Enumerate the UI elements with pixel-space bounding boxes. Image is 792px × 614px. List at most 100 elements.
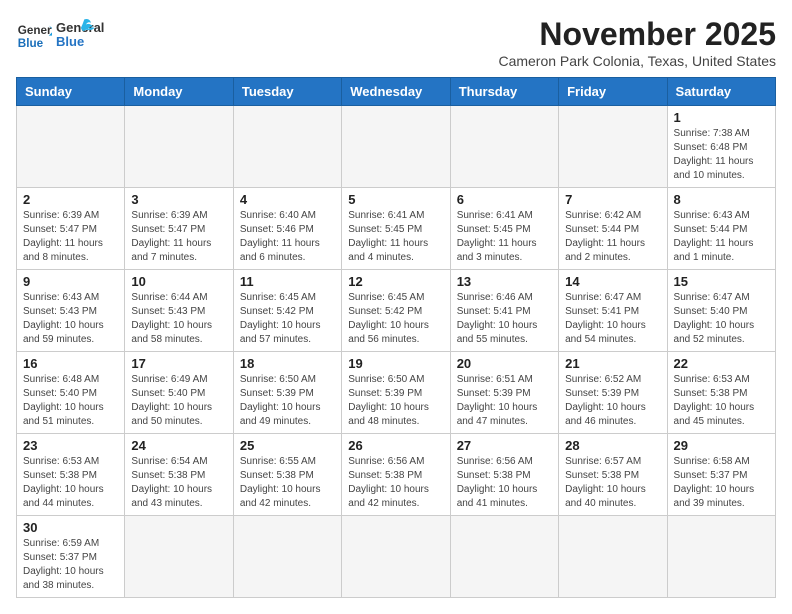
day-info: Sunrise: 6:53 AMSunset: 5:38 PMDaylight:…: [23, 455, 118, 511]
day-info: Sunrise: 6:46 AMSunset: 5:41 PMDaylight:…: [457, 291, 552, 347]
day-cell: 8 Sunrise: 6:43 AMSunset: 5:44 PMDaylight…: [667, 188, 775, 270]
day-cell: 28Sunrise: 6:57 AMSunset: 5:38 PMDayligh…: [559, 434, 667, 516]
day-info: Sunrise: 6:56 AMSunset: 5:38 PMDaylight:…: [457, 455, 552, 511]
day-number: 7: [565, 192, 660, 207]
day-info: Sunrise: 6:45 AMSunset: 5:42 PMDaylight:…: [240, 291, 335, 347]
day-cell: 11 Sunrise: 6:45 AMSunset: 5:42 PMDayligh…: [233, 270, 341, 352]
calendar-title: November 2025: [498, 16, 776, 53]
day-info: Sunrise: 6:39 AMSunset: 5:47 PMDaylight:…: [131, 209, 226, 265]
day-cell: [17, 106, 125, 188]
page-header: General Blue General Blue November 2025 …: [16, 16, 776, 69]
day-cell: 24Sunrise: 6:54 AMSunset: 5:38 PMDayligh…: [125, 434, 233, 516]
day-cell: [125, 106, 233, 188]
day-cell: 6Sunrise: 6:41 AMSunset: 5:45 PMDaylight…: [450, 188, 558, 270]
day-cell: 23 Sunrise: 6:53 AMSunset: 5:38 PMDayligh…: [17, 434, 125, 516]
day-number: 29: [674, 438, 769, 453]
week-row-4: 23 Sunrise: 6:53 AMSunset: 5:38 PMDayligh…: [17, 434, 776, 516]
day-number: 1: [674, 110, 769, 125]
day-info: Sunrise: 6:52 AMSunset: 5:39 PMDaylight:…: [565, 373, 660, 429]
day-info: Sunrise: 6:50 AMSunset: 5:39 PMDaylight:…: [348, 373, 443, 429]
day-cell: 25 Sunrise: 6:55 AMSunset: 5:38 PMDayligh…: [233, 434, 341, 516]
day-cell: 16Sunrise: 6:48 AMSunset: 5:40 PMDayligh…: [17, 352, 125, 434]
day-number: 20: [457, 356, 552, 371]
day-header-friday: Friday: [559, 78, 667, 106]
day-info: Sunrise: 6:42 AMSunset: 5:44 PMDaylight:…: [565, 209, 660, 265]
day-header-wednesday: Wednesday: [342, 78, 450, 106]
day-cell: 30Sunrise: 6:59 AMSunset: 5:37 PMDayligh…: [17, 516, 125, 598]
logo: General Blue General Blue: [16, 16, 106, 56]
day-cell: 15 Sunrise: 6:47 AMSunset: 5:40 PMDayligh…: [667, 270, 775, 352]
day-cell: 5 Sunrise: 6:41 AMSunset: 5:45 PMDaylight…: [342, 188, 450, 270]
logo-bird-icon: General Blue: [56, 16, 106, 56]
day-info: Sunrise: 6:45 AMSunset: 5:42 PMDaylight:…: [348, 291, 443, 347]
day-header-row: SundayMondayTuesdayWednesdayThursdayFrid…: [17, 78, 776, 106]
day-cell: 3Sunrise: 6:39 AMSunset: 5:47 PMDaylight…: [125, 188, 233, 270]
day-cell: [450, 516, 558, 598]
day-cell: 9 Sunrise: 6:43 AMSunset: 5:43 PMDaylight…: [17, 270, 125, 352]
day-cell: [559, 516, 667, 598]
day-info: Sunrise: 6:59 AMSunset: 5:37 PMDaylight:…: [23, 537, 118, 593]
day-info: Sunrise: 6:43 AMSunset: 5:43 PMDaylight:…: [23, 291, 118, 347]
day-header-monday: Monday: [125, 78, 233, 106]
day-cell: 17Sunrise: 6:49 AMSunset: 5:40 PMDayligh…: [125, 352, 233, 434]
day-number: 10: [131, 274, 226, 289]
day-cell: 13 Sunrise: 6:46 AMSunset: 5:41 PMDayligh…: [450, 270, 558, 352]
week-row-2: 9 Sunrise: 6:43 AMSunset: 5:43 PMDaylight…: [17, 270, 776, 352]
day-header-thursday: Thursday: [450, 78, 558, 106]
day-cell: 10 Sunrise: 6:44 AMSunset: 5:43 PMDayligh…: [125, 270, 233, 352]
day-info: Sunrise: 6:47 AMSunset: 5:40 PMDaylight:…: [674, 291, 769, 347]
day-number: 9: [23, 274, 118, 289]
week-row-3: 16Sunrise: 6:48 AMSunset: 5:40 PMDayligh…: [17, 352, 776, 434]
day-header-tuesday: Tuesday: [233, 78, 341, 106]
day-cell: 4 Sunrise: 6:40 AMSunset: 5:46 PMDaylight…: [233, 188, 341, 270]
day-info: Sunrise: 6:55 AMSunset: 5:38 PMDaylight:…: [240, 455, 335, 511]
day-info: Sunrise: 6:51 AMSunset: 5:39 PMDaylight:…: [457, 373, 552, 429]
day-header-sunday: Sunday: [17, 78, 125, 106]
day-cell: 26Sunrise: 6:56 AMSunset: 5:38 PMDayligh…: [342, 434, 450, 516]
day-number: 5: [348, 192, 443, 207]
day-info: Sunrise: 6:47 AMSunset: 5:41 PMDaylight:…: [565, 291, 660, 347]
day-cell: [233, 516, 341, 598]
day-info: Sunrise: 6:50 AMSunset: 5:39 PMDaylight:…: [240, 373, 335, 429]
day-info: Sunrise: 6:49 AMSunset: 5:40 PMDaylight:…: [131, 373, 226, 429]
day-number: 25: [240, 438, 335, 453]
day-info: Sunrise: 6:44 AMSunset: 5:43 PMDaylight:…: [131, 291, 226, 347]
day-info: Sunrise: 6:43 AMSunset: 5:44 PMDaylight:…: [674, 209, 769, 265]
day-number: 14: [565, 274, 660, 289]
day-cell: 29Sunrise: 6:58 AMSunset: 5:37 PMDayligh…: [667, 434, 775, 516]
day-info: Sunrise: 6:40 AMSunset: 5:46 PMDaylight:…: [240, 209, 335, 265]
week-row-1: 2 Sunrise: 6:39 AMSunset: 5:47 PMDaylight…: [17, 188, 776, 270]
svg-text:General: General: [56, 20, 104, 35]
day-cell: [342, 516, 450, 598]
day-info: Sunrise: 6:41 AMSunset: 5:45 PMDaylight:…: [348, 209, 443, 265]
day-info: Sunrise: 6:54 AMSunset: 5:38 PMDaylight:…: [131, 455, 226, 511]
day-info: Sunrise: 6:53 AMSunset: 5:38 PMDaylight:…: [674, 373, 769, 429]
day-number: 23: [23, 438, 118, 453]
day-number: 8: [674, 192, 769, 207]
day-number: 4: [240, 192, 335, 207]
svg-text:Blue: Blue: [56, 34, 84, 49]
day-cell: [667, 516, 775, 598]
day-cell: [342, 106, 450, 188]
day-cell: 2 Sunrise: 6:39 AMSunset: 5:47 PMDaylight…: [17, 188, 125, 270]
day-number: 2: [23, 192, 118, 207]
day-cell: 7 Sunrise: 6:42 AMSunset: 5:44 PMDaylight…: [559, 188, 667, 270]
day-cell: 27Sunrise: 6:56 AMSunset: 5:38 PMDayligh…: [450, 434, 558, 516]
day-number: 11: [240, 274, 335, 289]
day-cell: 22 Sunrise: 6:53 AMSunset: 5:38 PMDayligh…: [667, 352, 775, 434]
day-cell: 1Sunrise: 7:38 AMSunset: 6:48 PMDaylight…: [667, 106, 775, 188]
day-number: 13: [457, 274, 552, 289]
day-header-saturday: Saturday: [667, 78, 775, 106]
day-info: Sunrise: 6:39 AMSunset: 5:47 PMDaylight:…: [23, 209, 118, 265]
day-number: 12: [348, 274, 443, 289]
day-info: Sunrise: 6:41 AMSunset: 5:45 PMDaylight:…: [457, 209, 552, 265]
week-row-5: 30Sunrise: 6:59 AMSunset: 5:37 PMDayligh…: [17, 516, 776, 598]
day-number: 22: [674, 356, 769, 371]
day-cell: [450, 106, 558, 188]
day-cell: [559, 106, 667, 188]
week-row-0: 1Sunrise: 7:38 AMSunset: 6:48 PMDaylight…: [17, 106, 776, 188]
day-number: 15: [674, 274, 769, 289]
day-number: 16: [23, 356, 118, 371]
day-cell: [125, 516, 233, 598]
svg-text:General: General: [18, 24, 52, 37]
